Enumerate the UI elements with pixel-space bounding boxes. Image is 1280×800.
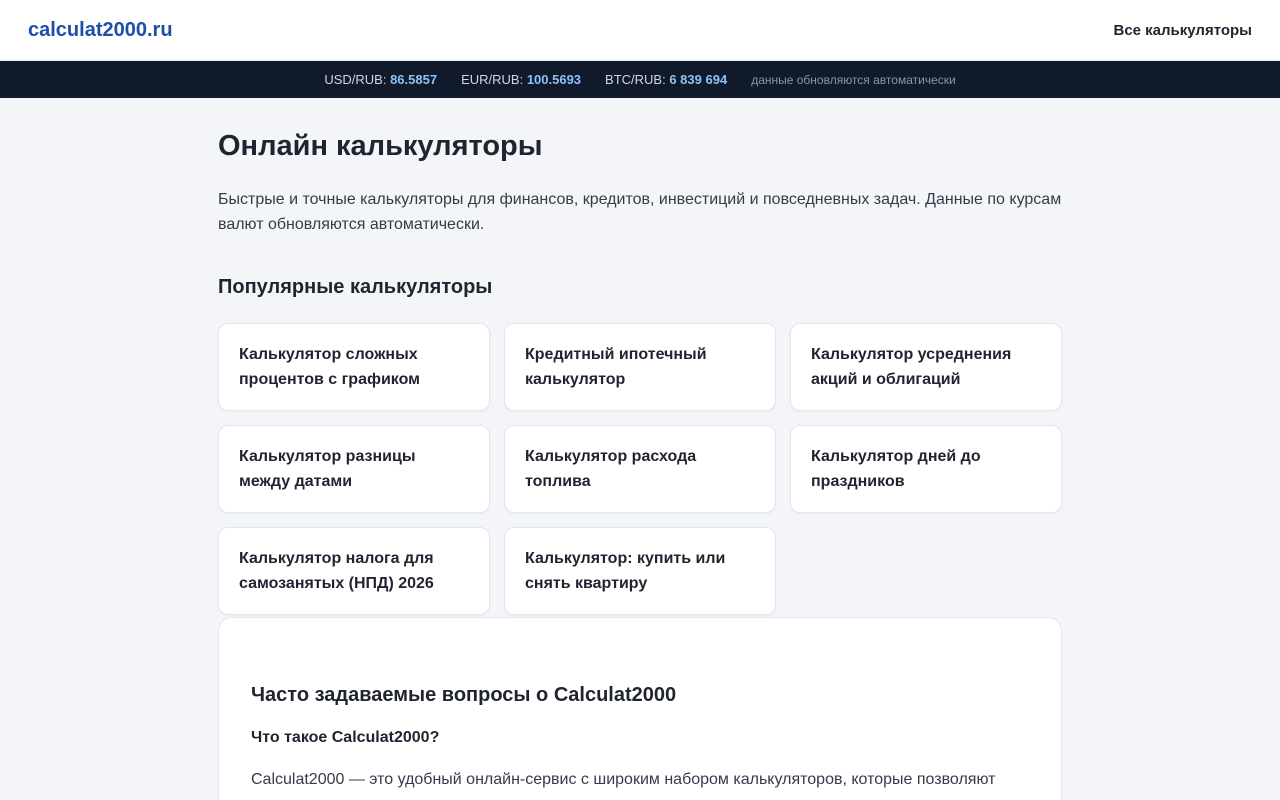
card-fuel[interactable]: Калькулятор расхода топлива	[504, 425, 776, 513]
rate-eur-value: 100.5693	[526, 72, 582, 87]
currency-ticker: USD/RUB: 86.5857 EUR/RUB: 100.5693 BTC/R…	[0, 61, 1280, 98]
rate-usd: USD/RUB: 86.5857	[324, 72, 437, 87]
faq-answer: Calculat2000 — это удобный онлайн-сервис…	[251, 771, 996, 788]
card-mortgage[interactable]: Кредитный ипотечный калькулятор	[504, 323, 776, 411]
rate-usd-value: 86.5857	[390, 72, 438, 87]
site-logo-link[interactable]: calculat2000.ru	[28, 19, 173, 42]
card-buy-or-rent[interactable]: Калькулятор: купить или снять квартиру	[504, 527, 776, 615]
rate-btc: BTC/RUB: 6 839 694	[605, 72, 727, 87]
rate-usd-label: USD/RUB:	[324, 72, 387, 87]
rate-eur: EUR/RUB: 100.5693	[461, 72, 581, 87]
rate-btc-label: BTC/RUB:	[605, 72, 666, 87]
ticker-update-note: данные обновляются автоматически	[751, 72, 956, 87]
card-compound-interest[interactable]: Калькулятор сложных процентов с графиком	[218, 323, 490, 411]
card-date-difference[interactable]: Калькулятор разницы между датами	[218, 425, 490, 513]
faq-question: Что такое Calculat2000?	[251, 729, 440, 746]
faq-title: Часто задаваемые вопросы о Calculat2000	[251, 684, 677, 706]
page-intro: Быстрые и точные калькуляторы для финанс…	[218, 191, 1062, 233]
rate-btc-value: 6 839 694	[669, 72, 728, 87]
all-calculators-link[interactable]: Все калькуляторы	[1113, 22, 1252, 39]
faq-section: Часто задаваемые вопросы о Calculat2000 …	[218, 617, 1062, 800]
popular-section-title: Популярные калькуляторы	[218, 276, 493, 298]
card-self-employed-tax[interactable]: Калькулятор налога для самозанятых (НПД)…	[218, 527, 490, 615]
card-holidays[interactable]: Калькулятор дней до праздников	[790, 425, 1062, 513]
site-header: calculat2000.ru Все калькуляторы	[0, 0, 1280, 61]
card-averaging[interactable]: Калькулятор усреднения акций и облигаций	[790, 323, 1062, 411]
calculator-grid: Калькулятор сложных процентов с графиком…	[218, 323, 1062, 615]
page-title: Онлайн калькуляторы	[218, 130, 543, 162]
rate-eur-label: EUR/RUB:	[461, 72, 524, 87]
main-content: Онлайн калькуляторы Быстрые и точные кал…	[218, 98, 1062, 800]
